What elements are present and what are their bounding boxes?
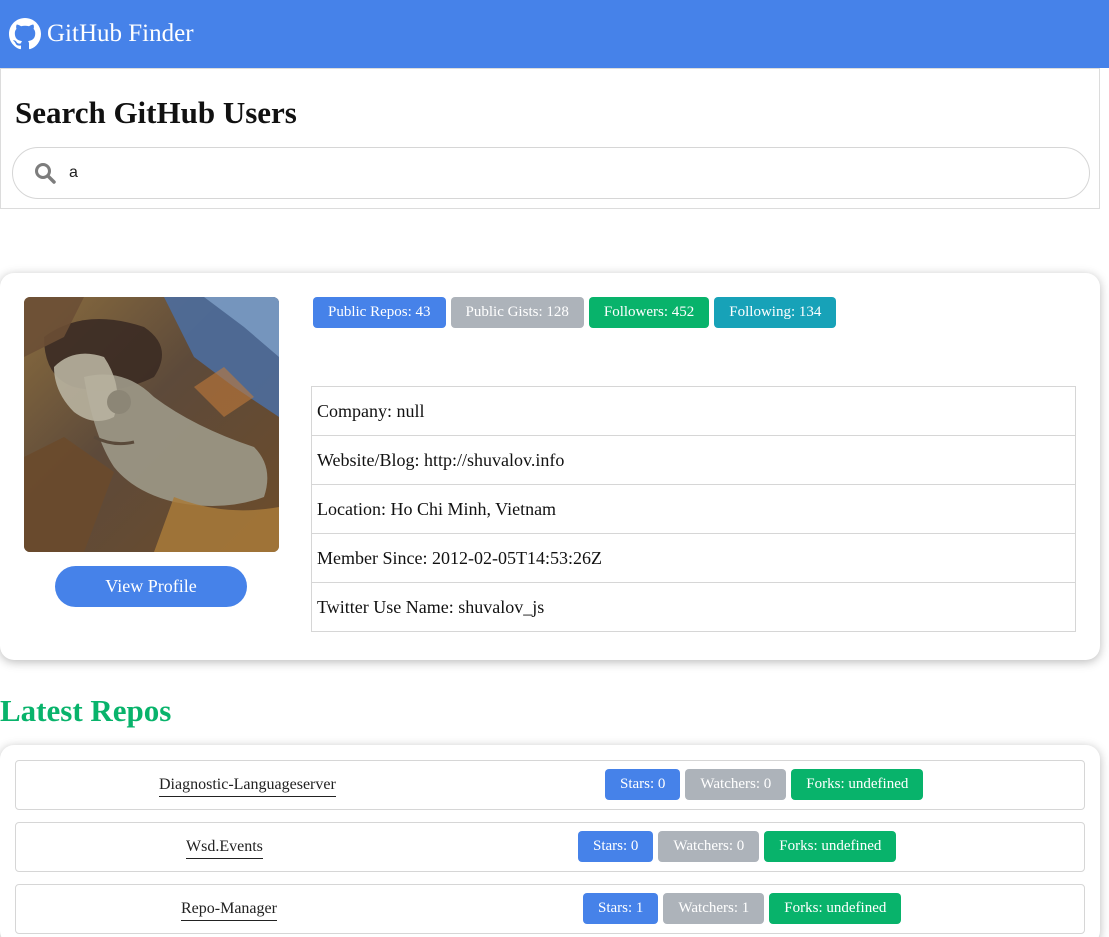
twitter-item: Twitter Use Name: shuvalov_js [311, 582, 1076, 632]
search-input[interactable] [69, 164, 1029, 182]
search-card: Search GitHub Users [0, 68, 1100, 209]
public-repos-badge: Public Repos: 43 [313, 297, 446, 328]
member-since-item: Member Since: 2012-02-05T14:53:26Z [311, 533, 1076, 583]
company-item: Company: null [311, 386, 1076, 436]
location-item: Location: Ho Chi Minh, Vietnam [311, 484, 1076, 534]
avatar [24, 297, 279, 552]
repo-stars-badge: Stars: 0 [578, 831, 654, 862]
search-title: Search GitHub Users [15, 95, 297, 130]
app-title[interactable]: GitHub Finder [47, 20, 194, 48]
search-box[interactable] [12, 147, 1090, 199]
repo-link[interactable]: Wsd.Events [186, 837, 263, 859]
navbar: GitHub Finder [0, 0, 1109, 68]
repo-watchers-badge: Watchers: 1 [663, 893, 765, 924]
repos-card: Diagnostic-Languageserver Stars: 0 Watch… [0, 745, 1100, 937]
latest-repos-title: Latest Repos [0, 693, 172, 728]
repo-badges: Stars: 0 Watchers: 0 Forks: undefined [578, 831, 897, 862]
repo-row: Diagnostic-Languageserver Stars: 0 Watch… [15, 760, 1085, 810]
followers-badge: Followers: 452 [588, 297, 710, 328]
repo-forks-badge: Forks: undefined [791, 769, 924, 800]
repo-row: Wsd.Events Stars: 0 Watchers: 0 Forks: u… [15, 822, 1085, 872]
following-badge: Following: 134 [714, 297, 837, 328]
repo-watchers-badge: Watchers: 0 [658, 831, 760, 862]
repo-link[interactable]: Diagnostic-Languageserver [159, 775, 336, 797]
view-profile-button[interactable]: View Profile [55, 566, 247, 607]
repo-badges: Stars: 1 Watchers: 1 Forks: undefined [583, 893, 902, 924]
website-item: Website/Blog: http://shuvalov.info [311, 435, 1076, 485]
search-icon [33, 161, 57, 185]
public-gists-badge: Public Gists: 128 [450, 297, 584, 328]
profile-card: View Profile Public Repos: 43 Public Gis… [0, 273, 1100, 660]
repo-row: Repo-Manager Stars: 1 Watchers: 1 Forks:… [15, 884, 1085, 934]
repo-forks-badge: Forks: undefined [769, 893, 902, 924]
repo-link[interactable]: Repo-Manager [181, 899, 277, 921]
repo-stars-badge: Stars: 0 [605, 769, 681, 800]
repo-forks-badge: Forks: undefined [764, 831, 897, 862]
repo-badges: Stars: 0 Watchers: 0 Forks: undefined [605, 769, 924, 800]
profile-details-list: Company: null Website/Blog: http://shuva… [311, 386, 1076, 632]
repo-watchers-badge: Watchers: 0 [685, 769, 787, 800]
github-icon[interactable] [9, 18, 41, 50]
repo-stars-badge: Stars: 1 [583, 893, 659, 924]
profile-badges: Public Repos: 43 Public Gists: 128 Follo… [313, 297, 837, 328]
